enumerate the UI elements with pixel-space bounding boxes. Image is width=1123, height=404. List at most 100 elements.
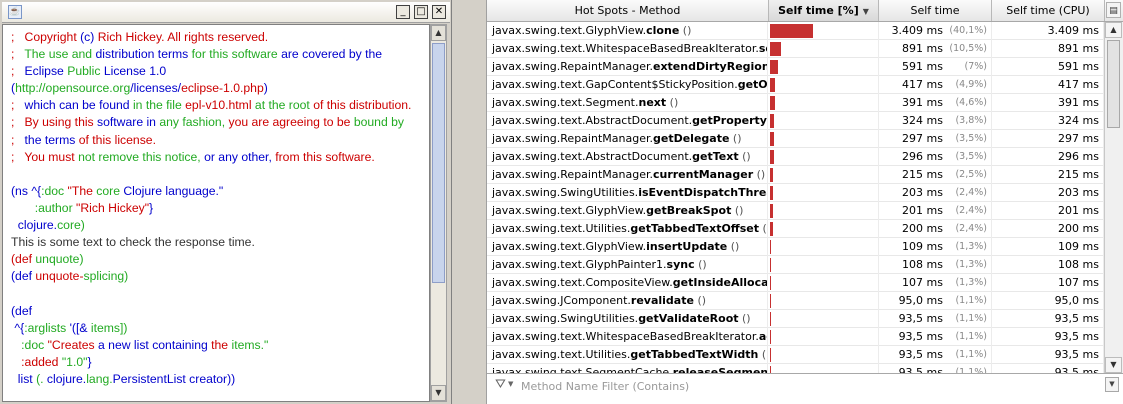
code-token: clojure.: [17, 218, 58, 233]
method-package: javax.swing.SwingUtilities.: [492, 186, 639, 199]
method-cell: javax.swing.text.WhitespaceBasedBreakIte…: [487, 328, 768, 346]
self-time-percent: (2,4%): [955, 205, 987, 216]
table-row[interactable]: javax.swing.RepaintManager.currentManage…: [487, 166, 1104, 184]
maximize-button[interactable]: □: [414, 5, 428, 19]
table-row[interactable]: javax.swing.text.GlyphView.clone () 3.409…: [487, 22, 1104, 40]
code-token: lang.: [86, 371, 113, 386]
self-time-cpu-cell: 391 ms: [992, 94, 1104, 112]
table-body: javax.swing.text.GlyphView.clone () 3.409…: [487, 22, 1104, 373]
self-time-value: 296 ms: [902, 150, 943, 163]
table-row[interactable]: javax.swing.text.GlyphView.getBreakSpot …: [487, 202, 1104, 220]
method-params: (): [767, 114, 768, 127]
editor-window: ☕ _ □ ✕ ; Copyright (c) Rich Hickey. All…: [0, 0, 452, 404]
column-header-self-time-percent[interactable]: Self time [%] ▼: [769, 0, 879, 21]
self-time-percent: (40,1%): [949, 25, 987, 36]
filter-funnel-icon[interactable]: ⛛: [495, 377, 506, 393]
self-time-cell: 417 ms (4,9%): [879, 76, 992, 94]
self-time-value: 108 ms: [902, 258, 943, 271]
self-time-value: 391 ms: [902, 96, 943, 109]
scroll-up-arrow-icon[interactable]: ▲: [431, 25, 446, 41]
table-vertical-scrollbar[interactable]: ▲ ▼: [1104, 22, 1123, 373]
table-row[interactable]: javax.swing.text.AbstractDocument.getTex…: [487, 148, 1104, 166]
method-cell: javax.swing.RepaintManager.currentManage…: [487, 166, 768, 184]
method-package: javax.swing.text.GlyphPainter1.: [492, 258, 667, 271]
self-time-percent: (7%): [964, 61, 987, 72]
method-cell: javax.swing.RepaintManager.getDelegate (…: [487, 130, 768, 148]
table-row[interactable]: javax.swing.SwingUtilities.isEventDispat…: [487, 184, 1104, 202]
self-time-value: 93,5 ms: [898, 348, 943, 361]
method-name: insertUpdate: [646, 240, 728, 253]
method-name: next: [638, 96, 667, 109]
editor-scroll-thumb[interactable]: [432, 43, 445, 283]
self-time-cell: 203 ms (2,4%): [879, 184, 992, 202]
table-scroll-thumb[interactable]: [1107, 40, 1120, 128]
self-time-cell: 891 ms (10,5%): [879, 40, 992, 58]
code-line: clojure.core): [11, 217, 411, 234]
editor-vertical-scrollbar[interactable]: ▲ ▼: [430, 24, 447, 402]
table-row[interactable]: javax.swing.text.WhitespaceBasedBreakIte…: [487, 328, 1104, 346]
code-editor-text-area[interactable]: ; Copyright (c) Rich Hickey. All rights …: [2, 24, 430, 402]
method-name: adjacent: [758, 330, 767, 343]
code-token: distribution terms: [95, 47, 192, 62]
self-time-bar: [770, 60, 778, 74]
column-header-self-time[interactable]: Self time: [879, 0, 992, 21]
table-row[interactable]: javax.swing.text.GlyphPainter1.sync () 10…: [487, 256, 1104, 274]
self-time-bar-cell: [769, 58, 879, 76]
self-time-bar-cell: [769, 256, 879, 274]
self-time-value: 200 ms: [902, 222, 943, 235]
code-token: software in: [97, 115, 160, 130]
self-time-percent: (1,3%): [955, 277, 987, 288]
table-row[interactable]: javax.swing.text.Utilities.getTabbedText…: [487, 346, 1104, 364]
table-row[interactable]: javax.swing.RepaintManager.extendDirtyRe…: [487, 58, 1104, 76]
close-button[interactable]: ✕: [432, 5, 446, 19]
table-row[interactable]: javax.swing.SwingUtilities.getValidateRo…: [487, 310, 1104, 328]
table-row[interactable]: javax.swing.text.WhitespaceBasedBreakIte…: [487, 40, 1104, 58]
self-time-value: 109 ms: [902, 240, 943, 253]
editor-title-bar[interactable]: ☕ _ □ ✕: [2, 2, 450, 23]
table-row[interactable]: javax.swing.text.Utilities.getTabbedText…: [487, 220, 1104, 238]
column-header-self-time-percent-label: Self time [%]: [778, 4, 859, 17]
method-cell: javax.swing.text.GlyphView.insertUpdate …: [487, 238, 768, 256]
column-header-method[interactable]: Hot Spots - Method: [487, 0, 769, 21]
method-name-filter-input[interactable]: [519, 376, 1103, 396]
table-row[interactable]: javax.swing.text.SegmentCache.releaseSeg…: [487, 364, 1104, 373]
method-params: (): [762, 222, 767, 235]
table-row[interactable]: javax.swing.JComponent.revalidate () 95,0…: [487, 292, 1104, 310]
self-time-value: 3.409 ms: [891, 24, 943, 37]
table-row[interactable]: javax.swing.RepaintManager.getDelegate (…: [487, 130, 1104, 148]
table-row[interactable]: javax.swing.text.CompositeView.getInside…: [487, 274, 1104, 292]
self-time-bar-cell: [769, 184, 879, 202]
code-line: (def unquote-splicing): [11, 268, 411, 285]
table-row[interactable]: javax.swing.text.GapContent$StickyPositi…: [487, 76, 1104, 94]
column-chooser-icon[interactable]: ▤: [1106, 2, 1121, 18]
scroll-down-arrow-icon[interactable]: ▼: [431, 385, 446, 401]
self-time-cpu-cell: 93,5 ms: [992, 346, 1104, 364]
code-token: the: [211, 337, 232, 352]
method-package: javax.swing.text.CompositeView.: [492, 276, 673, 289]
self-time-value: 95,0 ms: [898, 294, 943, 307]
table-row[interactable]: javax.swing.text.Segment.next () 391 ms (4…: [487, 94, 1104, 112]
column-header-self-time-cpu[interactable]: Self time (CPU): [992, 0, 1105, 21]
table-row[interactable]: javax.swing.text.GlyphView.insertUpdate …: [487, 238, 1104, 256]
scroll-down-arrow-icon[interactable]: ▼: [1105, 357, 1122, 373]
self-time-percent: (2,4%): [955, 223, 987, 234]
code-token: in the file: [132, 98, 186, 113]
self-time-bar: [770, 150, 774, 164]
self-time-bar: [770, 96, 775, 110]
self-time-value: 215 ms: [902, 168, 943, 181]
filter-options-chevron-down-icon[interactable]: ▼: [508, 380, 513, 388]
self-time-bar: [770, 330, 771, 344]
scroll-up-arrow-icon[interactable]: ▲: [1105, 22, 1122, 38]
minimize-button[interactable]: _: [396, 5, 410, 19]
code-token: which can be found: [24, 98, 133, 113]
self-time-cpu-cell: 324 ms: [992, 112, 1104, 130]
method-name: sync: [666, 258, 695, 271]
code-token: "Creates: [47, 337, 98, 352]
code-line: list (. clojure.lang.PersistentList crea…: [11, 371, 411, 388]
code-token: of this license.: [78, 132, 156, 147]
method-package: javax.swing.text.GapContent$StickyPositi…: [492, 78, 738, 91]
code-token: "The: [67, 183, 97, 198]
filter-history-dropdown-icon[interactable]: ▼: [1105, 377, 1119, 392]
table-row[interactable]: javax.swing.text.AbstractDocument.getPro…: [487, 112, 1104, 130]
